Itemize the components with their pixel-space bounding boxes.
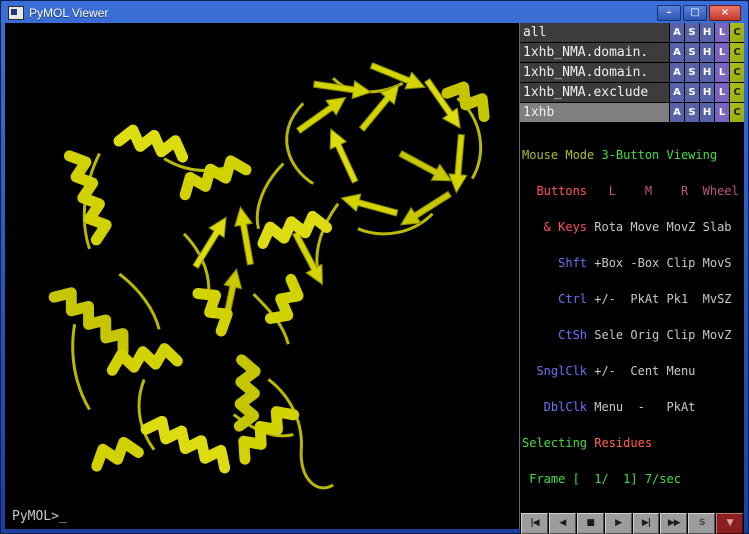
- singleclick-label: SnglClk: [522, 364, 587, 378]
- command-prompt[interactable]: PyMOL>_: [12, 509, 67, 524]
- color-button[interactable]: C: [730, 23, 744, 42]
- action-button[interactable]: A: [670, 103, 684, 122]
- movie-controls: |◀ ◀ ■ ▶ ▶| ▶▶ S ▼: [520, 512, 744, 534]
- mouse-mode-label: Mouse Mode: [522, 148, 601, 162]
- beta-sheets-group: [188, 57, 470, 328]
- label-button[interactable]: L: [715, 83, 729, 102]
- show-button[interactable]: S: [685, 83, 699, 102]
- object-name[interactable]: 1xhb: [520, 103, 669, 122]
- label-button[interactable]: L: [715, 43, 729, 62]
- color-button[interactable]: C: [730, 103, 744, 122]
- shift-actions: +Box -Box Clip MovS: [587, 256, 732, 270]
- label-button[interactable]: L: [715, 23, 729, 42]
- object-name[interactable]: 1xhb_NMA.exclude: [520, 83, 669, 102]
- selecting-line[interactable]: Selecting Residues: [522, 437, 744, 449]
- object-row: 1xhb_NMA.exclude A S H L C: [520, 83, 744, 102]
- object-name[interactable]: 1xhb_NMA.domain.: [520, 43, 669, 62]
- molecule-render: [5, 23, 519, 529]
- show-button[interactable]: S: [685, 63, 699, 82]
- play-button[interactable]: ▶: [605, 513, 632, 534]
- buttons-label: Buttons: [522, 184, 587, 198]
- keys-header-line: & Keys Rota Move MovZ Slab: [522, 221, 744, 233]
- ctsh-line: CtSh Sele Orig Clip MovZ: [522, 329, 744, 341]
- buttons-columns: L M R Wheel: [587, 184, 739, 198]
- doubleclick-label: DblClk: [522, 400, 587, 414]
- panel-toggle-button[interactable]: ▼: [716, 513, 743, 534]
- frame-line: Frame [ 1/ 1] 7/sec: [522, 473, 744, 485]
- show-button[interactable]: S: [685, 103, 699, 122]
- control-panel: all A S H L C 1xhb_NMA.domain. A S H L C: [519, 23, 744, 529]
- object-row: 1xhb_NMA.domain. A S H L C: [520, 63, 744, 82]
- minimize-button[interactable]: –: [657, 5, 681, 21]
- action-button[interactable]: A: [670, 83, 684, 102]
- color-button[interactable]: C: [730, 63, 744, 82]
- mouse-mode-value: 3-Button Viewing: [601, 148, 717, 162]
- step-forward-button[interactable]: ▶|: [633, 513, 660, 534]
- action-button[interactable]: A: [670, 63, 684, 82]
- hide-button[interactable]: H: [700, 63, 714, 82]
- fast-forward-button[interactable]: ▶▶: [660, 513, 687, 534]
- color-button[interactable]: C: [730, 43, 744, 62]
- pymol-window: PyMOL Viewer – □ ×: [0, 0, 749, 534]
- stop-button[interactable]: ■: [577, 513, 604, 534]
- color-button[interactable]: C: [730, 83, 744, 102]
- mouse-mode-panel: Mouse Mode 3-Button Viewing Buttons L M …: [520, 123, 744, 512]
- ctrl-actions: +/- PkAt Pk1 MvSZ: [587, 292, 732, 306]
- selecting-mode-value: Residues: [594, 436, 652, 450]
- object-row: all A S H L C: [520, 23, 744, 42]
- object-row: 1xhb_NMA.domain. A S H L C: [520, 43, 744, 62]
- selecting-label: Selecting: [522, 436, 594, 450]
- keys-label: & Keys: [522, 220, 587, 234]
- window-controls: – □ ×: [657, 5, 741, 21]
- action-button[interactable]: A: [670, 23, 684, 42]
- window-title: PyMOL Viewer: [29, 6, 108, 20]
- shift-line: Shft +Box -Box Clip MovS: [522, 257, 744, 269]
- ctsh-key-label: CtSh: [522, 328, 587, 342]
- maximize-button[interactable]: □: [683, 5, 707, 21]
- object-row: 1xhb A S H L C: [520, 103, 744, 122]
- object-list: all A S H L C 1xhb_NMA.domain. A S H L C: [520, 23, 744, 123]
- frame-counter: Frame [ 1/ 1] 7/sec: [522, 472, 681, 486]
- show-button[interactable]: S: [685, 43, 699, 62]
- singleclick-actions: +/- Cent Menu: [587, 364, 695, 378]
- label-button[interactable]: L: [715, 103, 729, 122]
- window-content: PyMOL>_ all A S H L C 1xhb_NMA.domain. A…: [5, 23, 744, 529]
- hide-button[interactable]: H: [700, 83, 714, 102]
- mouse-mode-line: Mouse Mode 3-Button Viewing: [522, 149, 744, 161]
- buttons-header-line: Buttons L M R Wheel: [522, 185, 744, 197]
- app-icon: [8, 6, 24, 20]
- hide-button[interactable]: H: [700, 103, 714, 122]
- ctsh-actions: Sele Orig Clip MovZ: [587, 328, 732, 342]
- rewind-button[interactable]: |◀: [521, 513, 548, 534]
- 3d-viewport[interactable]: PyMOL>_: [5, 23, 519, 529]
- step-back-button[interactable]: ◀: [549, 513, 576, 534]
- doubleclick-line: DblClk Menu - PkAt: [522, 401, 744, 413]
- object-name[interactable]: 1xhb_NMA.domain.: [520, 63, 669, 82]
- title-bar[interactable]: PyMOL Viewer – □ ×: [5, 3, 744, 22]
- scene-button[interactable]: S: [688, 513, 715, 534]
- ctrl-line: Ctrl +/- PkAt Pk1 MvSZ: [522, 293, 744, 305]
- singleclick-line: SnglClk +/- Cent Menu: [522, 365, 744, 377]
- hide-button[interactable]: H: [700, 23, 714, 42]
- action-button[interactable]: A: [670, 43, 684, 62]
- hide-button[interactable]: H: [700, 43, 714, 62]
- show-button[interactable]: S: [685, 23, 699, 42]
- shift-key-label: Shft: [522, 256, 587, 270]
- object-name[interactable]: all: [520, 23, 669, 42]
- ctrl-key-label: Ctrl: [522, 292, 587, 306]
- close-button[interactable]: ×: [709, 5, 741, 21]
- doubleclick-actions: Menu - PkAt: [587, 400, 695, 414]
- label-button[interactable]: L: [715, 63, 729, 82]
- keys-actions: Rota Move MovZ Slab: [587, 220, 732, 234]
